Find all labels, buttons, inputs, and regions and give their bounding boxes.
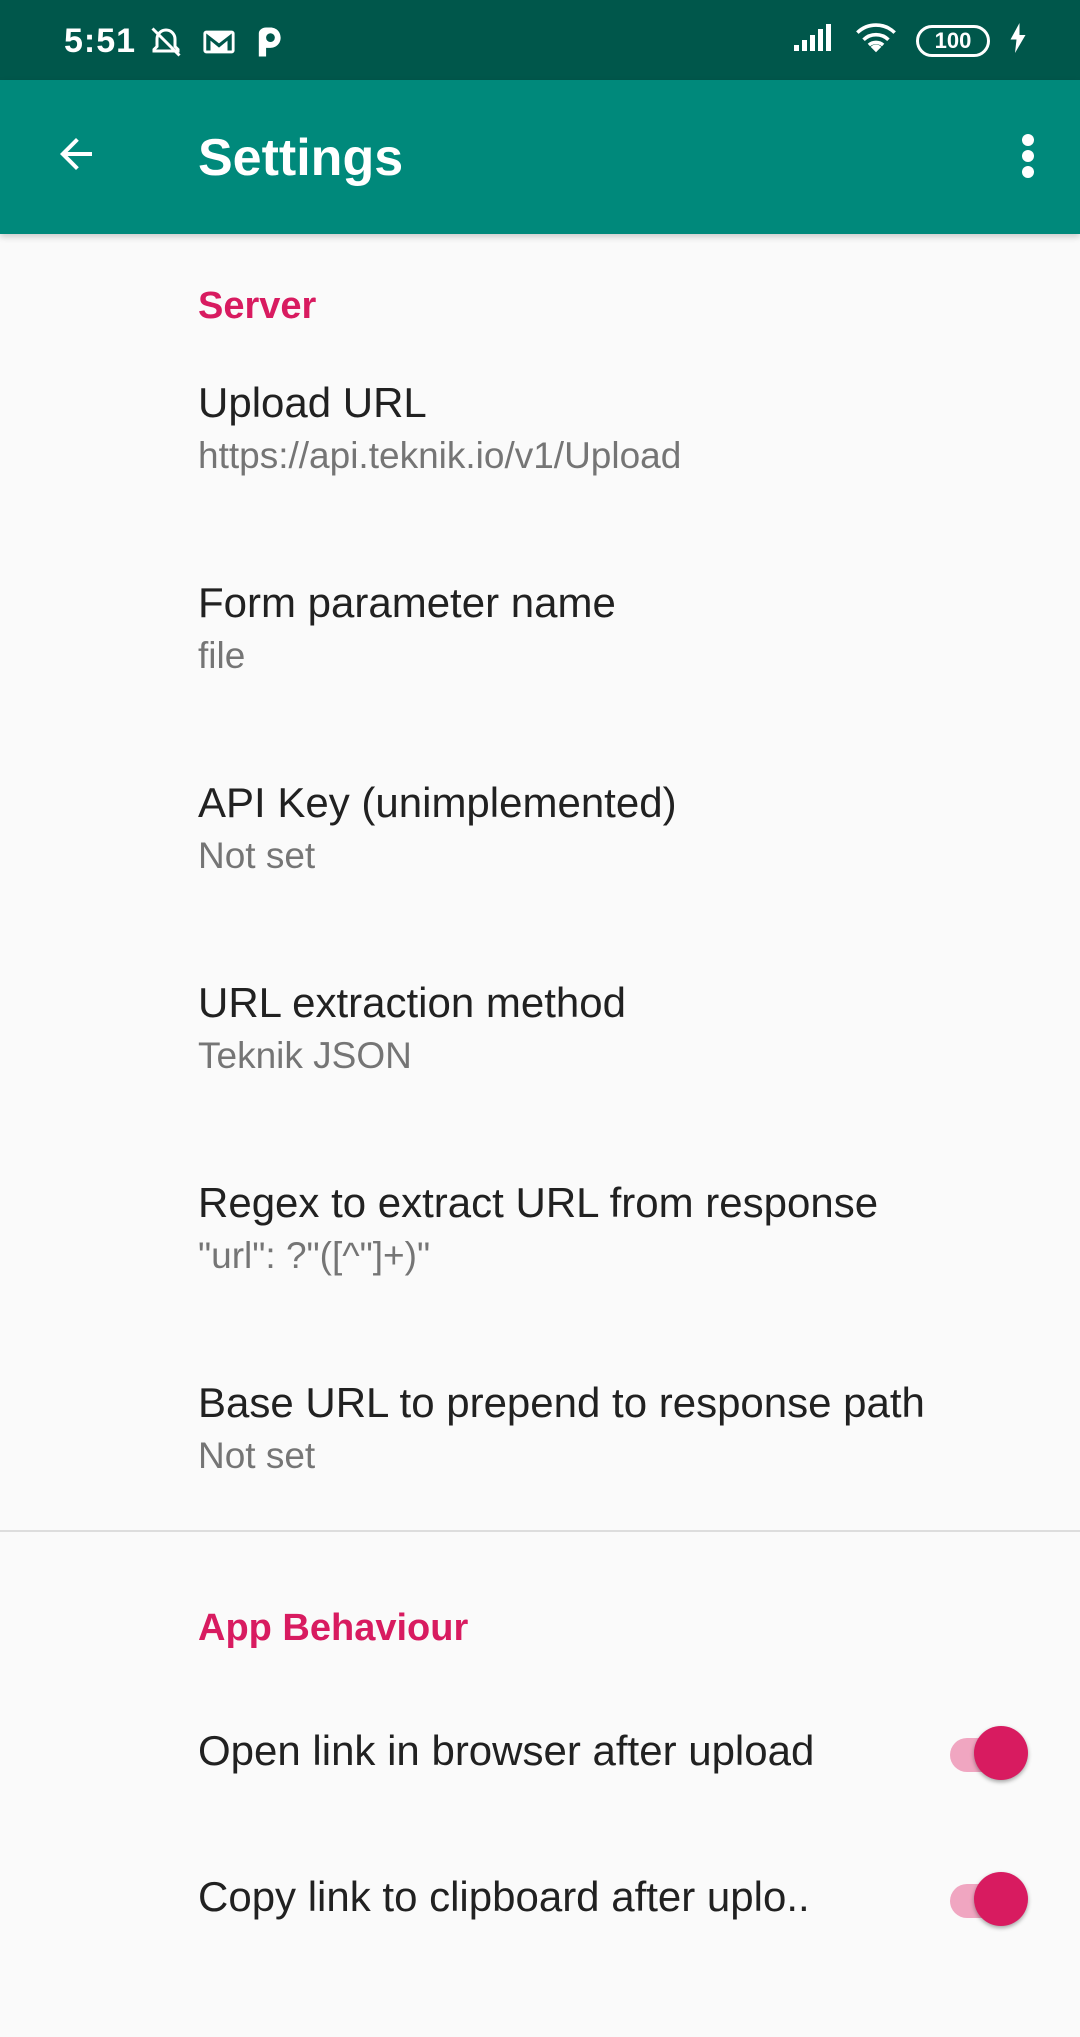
status-time: 5:51 bbox=[64, 22, 137, 60]
pref-copy-link-to-clipboard[interactable]: Copy link to clipboard after uplo.. bbox=[0, 1824, 1080, 1970]
status-bar: 5:51 100 bbox=[0, 0, 1080, 80]
back-button[interactable] bbox=[44, 124, 108, 188]
signal-icon bbox=[792, 23, 836, 58]
category-label: Server bbox=[198, 285, 317, 327]
pref-title: Regex to extract URL from response bbox=[198, 1179, 879, 1226]
category-app-behaviour: App Behaviour bbox=[0, 1532, 1080, 1650]
pref-title: Copy link to clipboard after uplo.. bbox=[198, 1873, 810, 1920]
pref-regex[interactable]: Regex to extract URL from response "url"… bbox=[0, 1128, 1080, 1328]
arrow-back-icon bbox=[52, 130, 100, 183]
overflow-menu-button[interactable] bbox=[1000, 122, 1056, 194]
pref-upload-url[interactable]: Upload URL https://api.teknik.io/v1/Uplo… bbox=[0, 328, 1080, 528]
pref-title: API Key (unimplemented) bbox=[198, 779, 677, 826]
pref-summary: Teknik JSON bbox=[198, 1035, 412, 1076]
status-right-icons: 100 bbox=[792, 22, 1028, 59]
wifi-icon bbox=[854, 22, 898, 59]
gmail-icon bbox=[202, 27, 236, 62]
pref-open-link-in-browser[interactable]: Open link in browser after upload bbox=[0, 1678, 1080, 1824]
pref-title: Form parameter name bbox=[198, 579, 616, 626]
more-vert-icon bbox=[1020, 132, 1036, 185]
pref-title: Base URL to prepend to response path bbox=[198, 1379, 925, 1426]
pref-title: URL extraction method bbox=[198, 979, 626, 1026]
pref-url-extraction-method[interactable]: URL extraction method Teknik JSON bbox=[0, 928, 1080, 1128]
pref-title: Open link in browser after upload bbox=[198, 1727, 815, 1774]
pref-title: Upload URL bbox=[198, 379, 427, 426]
pref-summary: Not set bbox=[198, 1435, 316, 1476]
switch-thumb bbox=[974, 1726, 1028, 1780]
toggle-switch[interactable] bbox=[944, 1722, 1028, 1780]
category-label: App Behaviour bbox=[198, 1607, 469, 1649]
p-app-icon bbox=[254, 26, 284, 63]
switch-thumb bbox=[974, 1872, 1028, 1926]
settings-list: Server Upload URL https://api.teknik.io/… bbox=[0, 234, 1080, 1970]
alarm-off-icon bbox=[148, 24, 184, 65]
pref-base-url[interactable]: Base URL to prepend to response path Not… bbox=[0, 1328, 1080, 1528]
pref-summary: Not set bbox=[198, 835, 316, 876]
toggle-switch[interactable] bbox=[944, 1868, 1028, 1926]
pref-summary: file bbox=[198, 635, 246, 676]
pref-summary: "url": ?"([^"]+)" bbox=[198, 1235, 431, 1276]
app-bar: Settings bbox=[0, 80, 1080, 234]
pref-summary: https://api.teknik.io/v1/Upload bbox=[198, 435, 682, 476]
pref-form-parameter-name[interactable]: Form parameter name file bbox=[0, 528, 1080, 728]
battery-icon: 100 bbox=[916, 24, 990, 57]
charging-bolt-icon bbox=[1008, 23, 1028, 58]
page-title: Settings bbox=[198, 129, 404, 187]
category-server: Server bbox=[0, 234, 1080, 328]
status-left-icons bbox=[148, 24, 284, 65]
pref-api-key[interactable]: API Key (unimplemented) Not set bbox=[0, 728, 1080, 928]
battery-level: 100 bbox=[934, 27, 972, 53]
